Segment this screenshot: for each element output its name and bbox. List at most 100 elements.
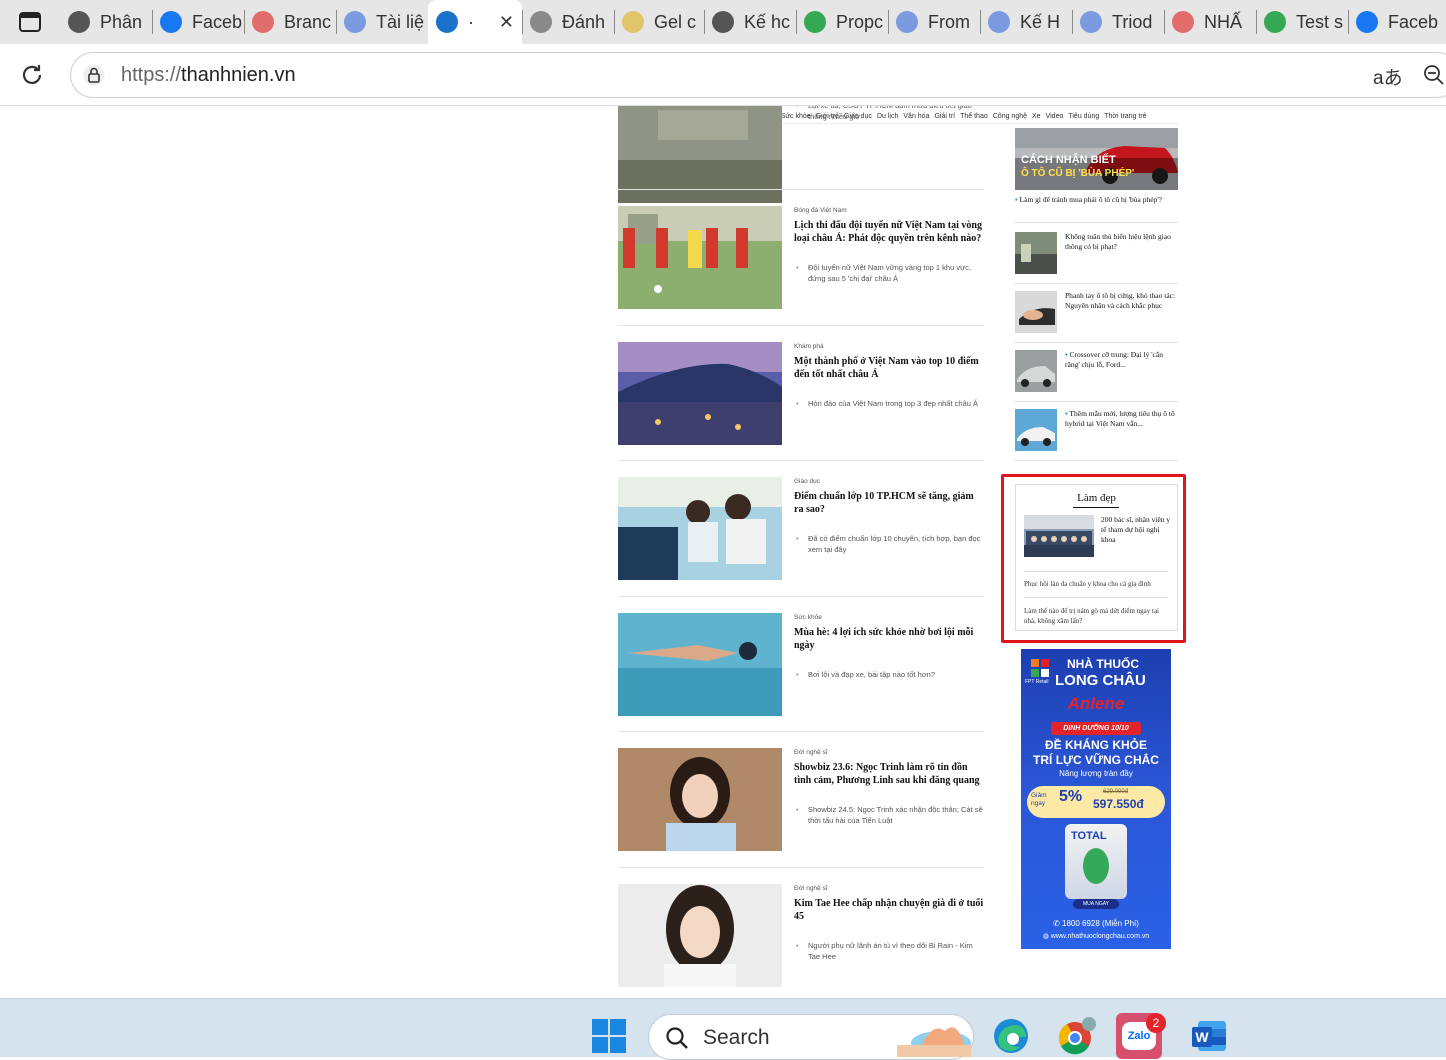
- article-thumbnail[interactable]: [618, 342, 782, 445]
- sidebar-title-wrap[interactable]: Phanh tay ô tô bị cứng, khó thao tác: Ng…: [1065, 291, 1178, 311]
- sidebar-feature-image[interactable]: CÁCH NHẬN BIẾT Ô TÔ CŨ BỊ 'BÙA PHÉP': [1015, 128, 1178, 190]
- article-thumbnail[interactable]: [618, 748, 782, 851]
- category-link[interactable]: Tiêu dùng: [1068, 113, 1099, 120]
- article-thumbnail[interactable]: [618, 613, 782, 716]
- browser-tab[interactable]: Faceb: [152, 0, 244, 44]
- url-field[interactable]: https://thanhnien.vn aあ: [70, 52, 1446, 98]
- tab-label: Faceb: [192, 11, 243, 32]
- related-article-link[interactable]: Người phụ nữ lãnh án tù vì theo dõi Bi R…: [796, 940, 984, 962]
- tab-label: Kế hc: [744, 11, 791, 32]
- category-link[interactable]: Công nghệ: [993, 113, 1027, 120]
- article-card[interactable]: Giáo dục Điểm chuẩn lớp 10 TP.HCM sẽ tăng…: [618, 477, 984, 581]
- article-thumbnail[interactable]: [618, 884, 782, 987]
- read-aloud-icon[interactable]: aあ: [1373, 63, 1403, 90]
- tab-separator: [522, 10, 523, 34]
- zalo-taskbar-icon[interactable]: Zalo 2: [1116, 1013, 1166, 1059]
- sidebar-article-title[interactable]: Không tuân thủ biển hiệu lệnh giao thông…: [1065, 232, 1171, 251]
- browser-tab[interactable]: NHẤ: [1164, 0, 1256, 44]
- sidebar-article-title[interactable]: Phanh tay ô tô bị cứng, khó thao tác: Ng…: [1065, 291, 1175, 310]
- tab-separator: [336, 10, 337, 34]
- zoom-icon[interactable]: [1423, 64, 1445, 91]
- beauty-featured-image[interactable]: [1024, 515, 1094, 557]
- related-article-link[interactable]: Hòn đảo của Việt Nam trong top 3 đẹp nhấ…: [796, 398, 984, 409]
- article-category[interactable]: Giáo dục: [794, 478, 820, 485]
- sidebar-thumbnail[interactable]: [1015, 409, 1057, 451]
- sidebar-title-wrap[interactable]: ▪ Crossover cỡ trung: Đại lý 'cắn răng' …: [1065, 350, 1178, 370]
- browser-tab[interactable]: · ✕: [428, 0, 522, 44]
- sidebar-toggle-button[interactable]: [0, 0, 60, 44]
- article-title[interactable]: Điểm chuẩn lớp 10 TP.HCM sẽ tăng, giảm r…: [794, 490, 984, 516]
- category-link[interactable]: Xe: [1032, 113, 1041, 120]
- related-article-link[interactable]: Lật xe tải, CSGT TP.HCM dầm mưa điều tiế…: [796, 106, 984, 122]
- browser-tab[interactable]: Kế H: [980, 0, 1072, 44]
- buy-now-button[interactable]: MUA NGAY: [1073, 899, 1119, 909]
- sidebar-title-wrap[interactable]: Không tuân thủ biển hiệu lệnh giao thông…: [1065, 232, 1178, 252]
- article-category[interactable]: Đời nghệ sĩ: [794, 885, 828, 892]
- ad-site: ◍ www.nhathuoclongchau.com.vn: [1042, 933, 1150, 940]
- sidebar-title-wrap[interactable]: ▪ Thêm mẫu mới, lượng tiêu thụ ô tô hybr…: [1065, 409, 1178, 429]
- word-taskbar-icon[interactable]: W: [1186, 1013, 1232, 1059]
- longchau-ad[interactable]: FPT Retail NHÀ THUỐC LONG CHÂU Anlene DI…: [1021, 649, 1171, 949]
- related-article-link[interactable]: Showbiz 24.5: Ngọc Trinh xác nhận độc th…: [796, 804, 984, 826]
- browser-tab[interactable]: Triod: [1072, 0, 1164, 44]
- article-title[interactable]: Kim Tae Hee chấp nhận chuyện già đi ở tu…: [794, 897, 984, 923]
- tab-label: Faceb: [1388, 11, 1439, 32]
- facebook-icon: [1356, 11, 1378, 33]
- brand-small: FPT Retail: [1025, 679, 1049, 685]
- article-card[interactable]: Khám phá Một thành phố ở Việt Nam vào top…: [618, 342, 984, 446]
- sidebar-thumbnail[interactable]: [1015, 350, 1057, 392]
- browser-tab[interactable]: Faceb: [1348, 0, 1440, 44]
- article-thumbnail[interactable]: [618, 477, 782, 580]
- tab-separator: [704, 10, 705, 34]
- tab-separator: [980, 10, 981, 34]
- browser-tab[interactable]: Đánh: [522, 0, 614, 44]
- related-article-link[interactable]: Đội tuyển nữ Việt Nam vững vàng top 1 kh…: [796, 262, 984, 284]
- beauty-link[interactable]: Phục hồi làn da chuẩn y khoa cho cả gia …: [1024, 579, 1170, 589]
- edge-taskbar-icon[interactable]: [988, 1013, 1034, 1059]
- reload-button[interactable]: [18, 61, 46, 94]
- tab-separator: [1164, 10, 1165, 34]
- article-card[interactable]: Bóng đá Việt Nam Lịch thi đấu đội tuyển n…: [618, 206, 984, 310]
- browser-tab[interactable]: Tài liệ: [336, 0, 428, 44]
- browser-tab[interactable]: Test s: [1256, 0, 1348, 44]
- sidebar-thumbnail[interactable]: [1015, 291, 1057, 333]
- beauty-featured-title[interactable]: 200 bác sĩ, nhân viên y tế tham dự hội n…: [1101, 515, 1173, 545]
- sidebar-thumbnail[interactable]: [1015, 232, 1057, 274]
- category-link[interactable]: Thời trang trẻ: [1104, 113, 1146, 120]
- browser-tab[interactable]: Branc: [244, 0, 336, 44]
- article-card[interactable]: Đời nghệ sĩ Showbiz 23.6: Ngọc Trinh làm …: [618, 748, 984, 852]
- article-category[interactable]: Bóng đá Việt Nam: [794, 207, 847, 214]
- beauty-link[interactable]: Làm thế nào để trị nám gò má dứt điểm ng…: [1024, 606, 1170, 626]
- site-info-button[interactable]: [83, 64, 105, 91]
- article-card[interactable]: Đời nghệ sĩ Kim Tae Hee chấp nhận chuyện …: [618, 884, 984, 988]
- article-category[interactable]: Sức khỏe: [794, 614, 822, 621]
- pdf-icon: [1172, 11, 1194, 33]
- article-title[interactable]: Showbiz 23.6: Ngọc Trinh làm rõ tin đồn …: [794, 761, 984, 787]
- sidebar-article-title[interactable]: Thêm mẫu mới, lượng tiêu thụ ô tô hybrid…: [1065, 409, 1175, 428]
- taskbar-search[interactable]: Search: [648, 1014, 974, 1060]
- start-button[interactable]: [586, 1013, 632, 1059]
- beauty-heading[interactable]: Làm đẹp: [1016, 492, 1177, 504]
- article-title[interactable]: Một thành phố ở Việt Nam vào top 10 điểm…: [794, 355, 984, 381]
- article-card[interactable]: Sức khỏe Mùa hè: 4 lợi ích sức khỏe nhờ b…: [618, 613, 984, 717]
- browser-tab[interactable]: Gel c: [614, 0, 704, 44]
- article-title[interactable]: Mùa hè: 4 lợi ích sức khỏe nhờ bơi lội m…: [794, 626, 984, 652]
- related-article-link[interactable]: Đã có điểm chuẩn lớp 10 chuyên, tích hợp…: [796, 533, 984, 555]
- article-title[interactable]: Lịch thi đấu đội tuyển nữ Việt Nam tại v…: [794, 219, 984, 245]
- browser-tab[interactable]: Propc: [796, 0, 888, 44]
- page-viewport: ⌂ Chính trịThời sựThế giớiKinh tếĐời sốn…: [0, 106, 1446, 998]
- article-category[interactable]: Đời nghệ sĩ: [794, 749, 828, 756]
- category-link[interactable]: Video: [1046, 113, 1064, 120]
- browser-tab[interactable]: Kế hc: [704, 0, 796, 44]
- docs-icon: [1080, 11, 1102, 33]
- close-tab-icon[interactable]: ✕: [499, 12, 514, 33]
- price: 597.550đ: [1093, 797, 1144, 811]
- sidebar-feature-title[interactable]: ▪ Làm gì để tránh mua phải ô tô cũ bị 'b…: [1015, 195, 1178, 205]
- article-category[interactable]: Khám phá: [794, 343, 824, 350]
- browser-tab[interactable]: From: [888, 0, 980, 44]
- sidebar-article-title[interactable]: Crossover cỡ trung: Đại lý 'cắn răng' ch…: [1065, 350, 1163, 369]
- browser-tab[interactable]: Phân: [60, 0, 152, 44]
- article-thumbnail[interactable]: [618, 206, 782, 309]
- chrome-taskbar-icon[interactable]: [1054, 1013, 1100, 1059]
- related-article-link[interactable]: Bơi lội và đạp xe, bài tập nào tốt hơn?: [796, 669, 984, 680]
